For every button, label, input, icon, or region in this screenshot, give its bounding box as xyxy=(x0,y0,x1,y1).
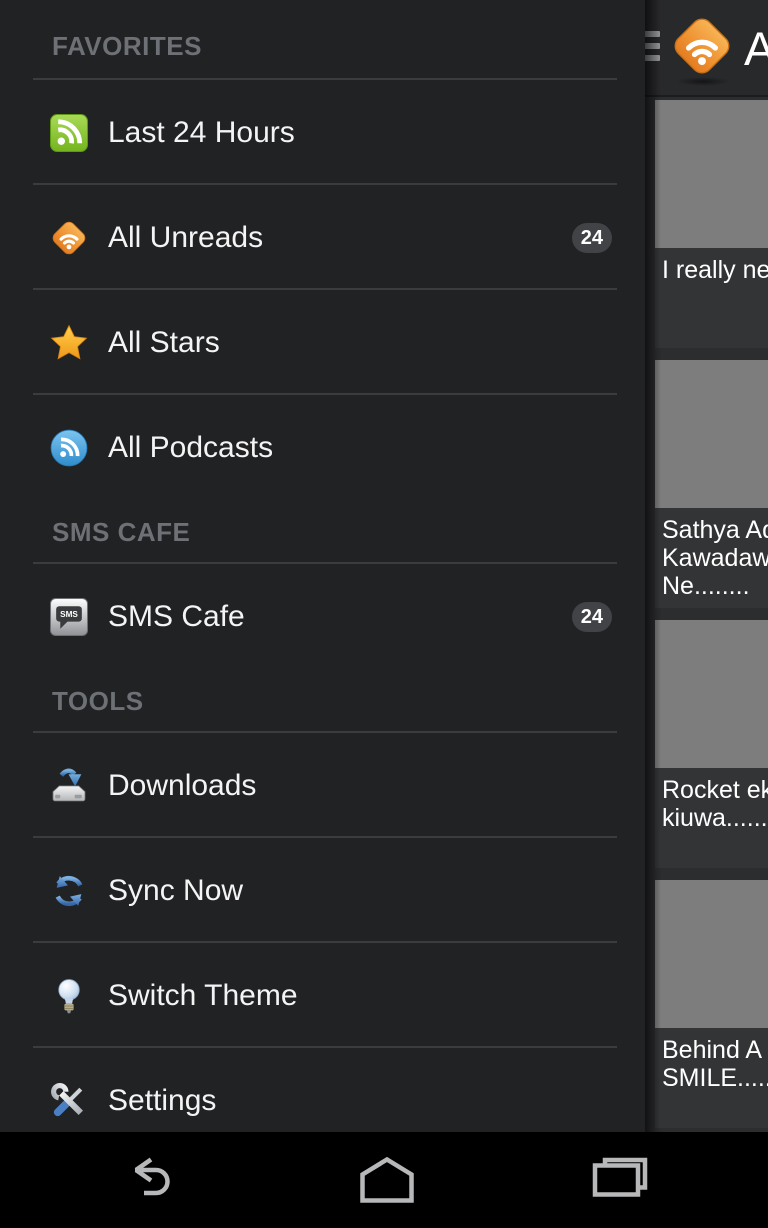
recents-icon[interactable] xyxy=(592,1157,648,1203)
caption-line: Behind A xyxy=(662,1036,768,1064)
card-caption: I really need xyxy=(655,248,768,348)
downloads-icon xyxy=(50,767,88,805)
section-header-sms-cafe: SMS CAFE xyxy=(0,500,645,564)
screen: A I really need Sathya AdaKawadawaNe.....… xyxy=(0,0,768,1228)
drawer-item-label: Downloads xyxy=(108,769,612,803)
drawer-item-settings[interactable]: Settings xyxy=(0,1048,645,1132)
home-icon[interactable] xyxy=(358,1157,416,1203)
card-caption: Behind ASMILE........ xyxy=(655,1028,768,1128)
thumbnail-placeholder xyxy=(655,100,768,248)
drawer-item-label: Settings xyxy=(108,1084,612,1118)
drawer-item-label: Switch Theme xyxy=(108,979,612,1013)
drawer-item-label: All Unreads xyxy=(108,221,572,255)
drawer-item-sync-now[interactable]: Sync Now xyxy=(0,838,645,943)
drawer-shadow xyxy=(645,0,661,1132)
thumbnail-placeholder xyxy=(655,360,768,508)
article-list[interactable]: I really need Sathya AdaKawadawaNe.......… xyxy=(655,100,768,1132)
drawer-item-switch-theme[interactable]: Switch Theme xyxy=(0,943,645,1048)
article-card[interactable]: I really need xyxy=(655,100,768,348)
lightbulb-icon xyxy=(50,977,88,1015)
app-logo-icon xyxy=(670,14,734,78)
unread-count-badge: 24 xyxy=(572,223,612,253)
card-caption: Rocket ekakiuwa......... xyxy=(655,768,768,868)
section-header-label: FAVORITES xyxy=(52,31,202,62)
drawer-item-label: Last 24 Hours xyxy=(108,116,612,150)
drawer-item-label: All Stars xyxy=(108,326,612,360)
article-card[interactable]: Sathya AdaKawadawaNe........ xyxy=(655,360,768,608)
settings-icon xyxy=(50,1082,88,1120)
caption-line: Ne........ xyxy=(662,572,768,600)
drawer-item-all-podcasts[interactable]: All Podcasts xyxy=(0,395,645,500)
drawer-item-all-stars[interactable]: All Stars xyxy=(0,290,645,395)
rss-green-icon xyxy=(50,114,88,152)
back-icon[interactable] xyxy=(120,1157,182,1203)
logo-reflection xyxy=(676,77,730,86)
article-card[interactable]: Rocket ekakiuwa......... xyxy=(655,620,768,868)
app-title: A xyxy=(744,21,768,76)
unreads-orange-icon xyxy=(50,219,88,257)
sync-icon xyxy=(50,872,88,910)
star-icon xyxy=(50,324,88,362)
section-header-label: TOOLS xyxy=(52,686,144,717)
drawer-item-label: All Podcasts xyxy=(108,431,612,465)
caption-line: SMILE........ xyxy=(662,1064,768,1092)
podcast-blue-icon xyxy=(50,429,88,467)
drawer-item-all-unreads[interactable]: All Unreads24 xyxy=(0,185,645,290)
drawer-item-sms-cafe[interactable]: SMS SMS Cafe24 xyxy=(0,564,645,669)
drawer-item-label: Sync Now xyxy=(108,874,612,908)
drawer-item-last-24-hours[interactable]: Last 24 Hours xyxy=(0,80,645,185)
article-card[interactable]: Behind ASMILE........ xyxy=(655,880,768,1128)
caption-line: Kawadawa xyxy=(662,544,768,572)
card-caption: Sathya AdaKawadawaNe........ xyxy=(655,508,768,608)
navigation-drawer: FAVORITESLast 24 HoursAll Unreads24All S… xyxy=(0,0,645,1132)
unread-count-badge: 24 xyxy=(572,602,612,632)
section-header-label: SMS CAFE xyxy=(52,517,190,548)
caption-line: Sathya Ada xyxy=(662,516,768,544)
sms-icon: SMS xyxy=(50,598,88,636)
caption-line: Rocket eka xyxy=(662,776,768,804)
system-navbar xyxy=(0,1132,768,1228)
thumbnail-placeholder xyxy=(655,880,768,1028)
caption-line: I really need xyxy=(662,256,768,284)
section-header-tools: TOOLS xyxy=(0,669,645,733)
thumbnail-placeholder xyxy=(655,620,768,768)
svg-text:SMS: SMS xyxy=(60,610,78,619)
drawer-item-downloads[interactable]: Downloads xyxy=(0,733,645,838)
caption-line: kiuwa......... xyxy=(662,804,768,832)
section-header-favorites: FAVORITES xyxy=(0,0,645,80)
drawer-item-label: SMS Cafe xyxy=(108,600,572,634)
